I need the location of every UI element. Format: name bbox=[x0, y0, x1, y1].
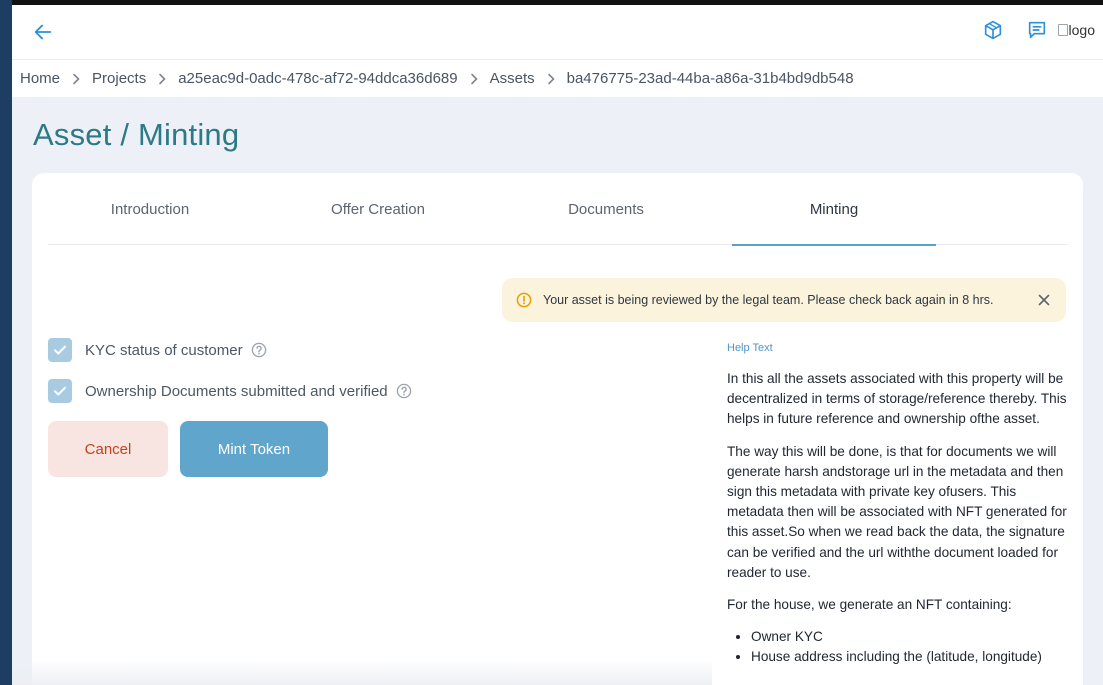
help-paragraph: For the house, we generate an NFT contai… bbox=[727, 597, 1012, 613]
logo[interactable]: logo bbox=[1057, 22, 1095, 38]
ownership-label: Ownership Documents submitted and verifi… bbox=[85, 382, 388, 400]
chevron-right-icon bbox=[458, 73, 490, 85]
help-paragraph: In this all the assets associated with t… bbox=[727, 371, 1067, 427]
app-window: logo Home Projects a25eac9d-0adc-478c-af… bbox=[12, 5, 1103, 685]
chevron-right-icon bbox=[60, 73, 92, 85]
top-actions: logo bbox=[982, 19, 1095, 41]
kyc-label: KYC status of customer bbox=[85, 341, 243, 359]
help-panel: Help Text In this all the assets associa… bbox=[727, 341, 1072, 668]
page-title: Asset / Minting bbox=[33, 117, 240, 152]
back-arrow-icon[interactable] bbox=[32, 21, 54, 43]
chevron-right-icon bbox=[146, 73, 178, 85]
tab-bar: Introduction Offer Creation Documents Mi… bbox=[48, 173, 1067, 246]
help-paragraph: The way this will be done, is that for d… bbox=[727, 443, 1067, 580]
check-kyc-row: KYC status of customer bbox=[48, 338, 267, 362]
help-bullet: Owner KYC bbox=[751, 627, 1072, 647]
help-title: Help Text bbox=[727, 342, 773, 354]
tab-offer-creation[interactable]: Offer Creation bbox=[276, 173, 480, 245]
broken-image-icon bbox=[1057, 24, 1068, 36]
alert-message: Your asset is being reviewed by the lega… bbox=[543, 293, 994, 307]
checkmark-icon bbox=[54, 386, 66, 396]
help-circle-icon[interactable] bbox=[251, 342, 267, 358]
help-circle-icon[interactable] bbox=[396, 383, 412, 399]
tab-minting[interactable]: Minting bbox=[732, 173, 936, 246]
mint-token-button[interactable]: Mint Token bbox=[180, 421, 328, 477]
help-bullet-list: Owner KYC House address including the (l… bbox=[751, 627, 1072, 667]
breadcrumb-assets[interactable]: Assets bbox=[490, 70, 535, 87]
review-alert: Your asset is being reviewed by the lega… bbox=[502, 278, 1066, 322]
cancel-button[interactable]: Cancel bbox=[48, 421, 168, 477]
warning-icon bbox=[516, 292, 532, 308]
breadcrumb-projects[interactable]: Projects bbox=[92, 70, 146, 87]
ownership-checkbox[interactable] bbox=[48, 379, 72, 403]
breadcrumb-project-id[interactable]: a25eac9d-0adc-478c-af72-94ddca36d689 bbox=[178, 70, 457, 87]
cube-icon[interactable] bbox=[982, 19, 1004, 41]
logo-alt-text: logo bbox=[1068, 22, 1095, 38]
breadcrumb-home[interactable]: Home bbox=[20, 70, 60, 87]
minting-card: Introduction Offer Creation Documents Mi… bbox=[32, 173, 1083, 685]
chat-icon[interactable] bbox=[1026, 19, 1048, 41]
top-bar: logo bbox=[12, 5, 1103, 59]
breadcrumb: Home Projects a25eac9d-0adc-478c-af72-94… bbox=[12, 59, 1103, 97]
check-ownership-row: Ownership Documents submitted and verifi… bbox=[48, 379, 412, 403]
window-left-strip bbox=[0, 0, 12, 685]
kyc-checkbox[interactable] bbox=[48, 338, 72, 362]
close-icon[interactable] bbox=[1036, 292, 1052, 308]
tab-introduction[interactable]: Introduction bbox=[48, 173, 252, 245]
help-bullet: House address including the (latitude, l… bbox=[751, 647, 1072, 667]
tab-documents[interactable]: Documents bbox=[504, 173, 708, 245]
breadcrumb-asset-id[interactable]: ba476775-23ad-44ba-a86a-31b4bd9db548 bbox=[567, 70, 854, 87]
checkmark-icon bbox=[54, 345, 66, 355]
chevron-right-icon bbox=[535, 73, 567, 85]
bottom-fade bbox=[12, 659, 712, 685]
